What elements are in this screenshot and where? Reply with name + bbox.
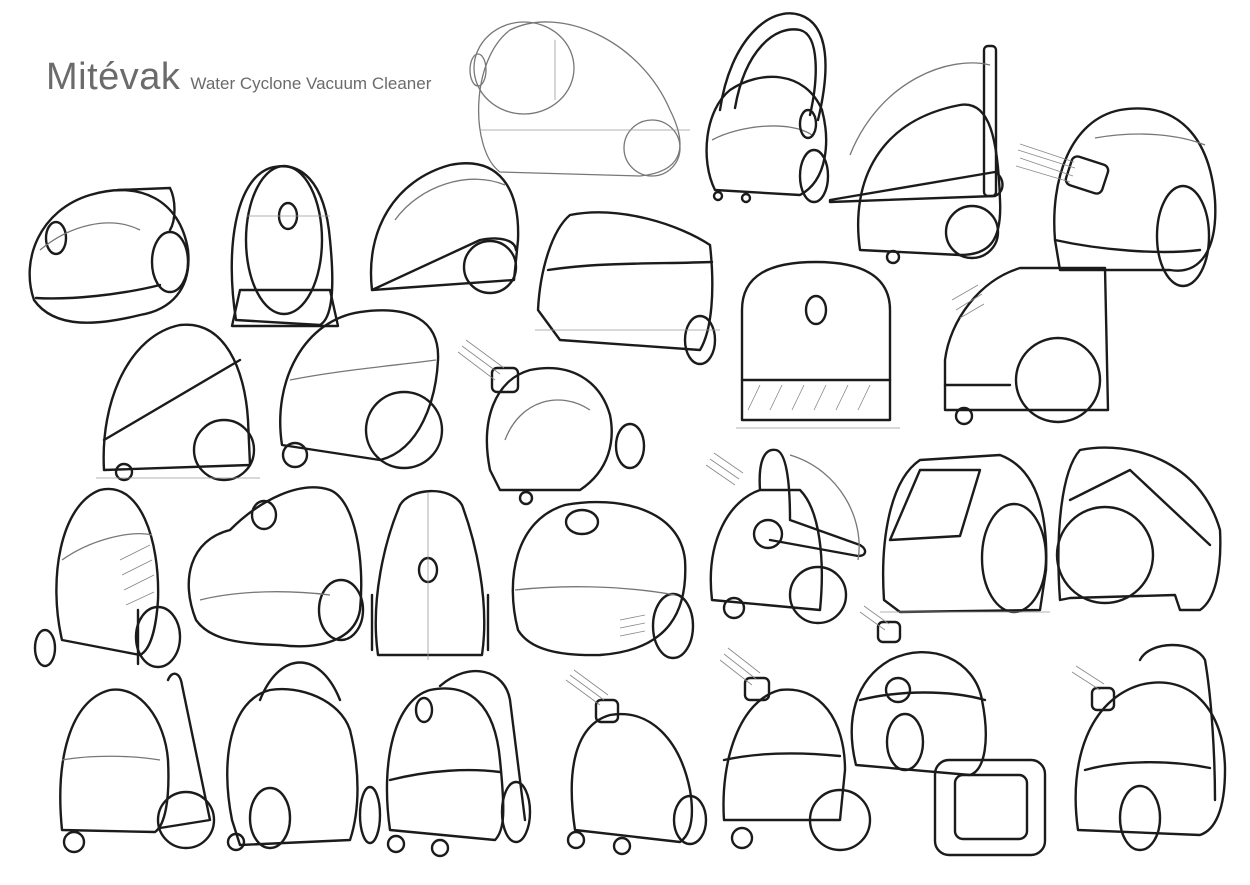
sketch-tapered-drum — [535, 211, 720, 366]
sketch-bulb-hose — [457, 339, 646, 506]
sketch-tall-bell — [370, 489, 490, 660]
sketch-front-box — [736, 260, 900, 429]
sketch-pot-canister — [511, 500, 695, 660]
sketch-loop-handle — [705, 12, 830, 204]
sketch-egg-roller — [279, 309, 444, 470]
sketch-side-box — [943, 266, 1110, 426]
sketch-dome-light — [469, 21, 690, 177]
sketch-hook-handle — [705, 448, 867, 625]
sketch-wedge-pod — [96, 323, 260, 482]
sketch-mushroom — [850, 605, 987, 777]
sketch-mast — [828, 44, 1004, 265]
sketch-wedge — [369, 162, 520, 295]
sketch-pebble — [28, 186, 190, 324]
sketch-egg-handle — [59, 672, 216, 854]
sketch-hose-bell — [565, 669, 708, 856]
sketch-bloated-canister — [187, 486, 365, 648]
sketch-arch-handle — [226, 661, 382, 852]
sketch-ribbon-handle — [1071, 643, 1227, 852]
sketch-front-pod — [230, 164, 340, 328]
sketch-wrap-body — [1055, 446, 1222, 612]
sketch-ring-bell — [385, 669, 532, 858]
sketch-sheet — [28, 12, 1227, 858]
sketch-hose-tower — [719, 647, 872, 852]
sketch-boxy-canister — [880, 453, 1050, 614]
sketch-shaded-egg — [33, 487, 182, 669]
sketch-canister-hose-top — [1015, 107, 1217, 288]
